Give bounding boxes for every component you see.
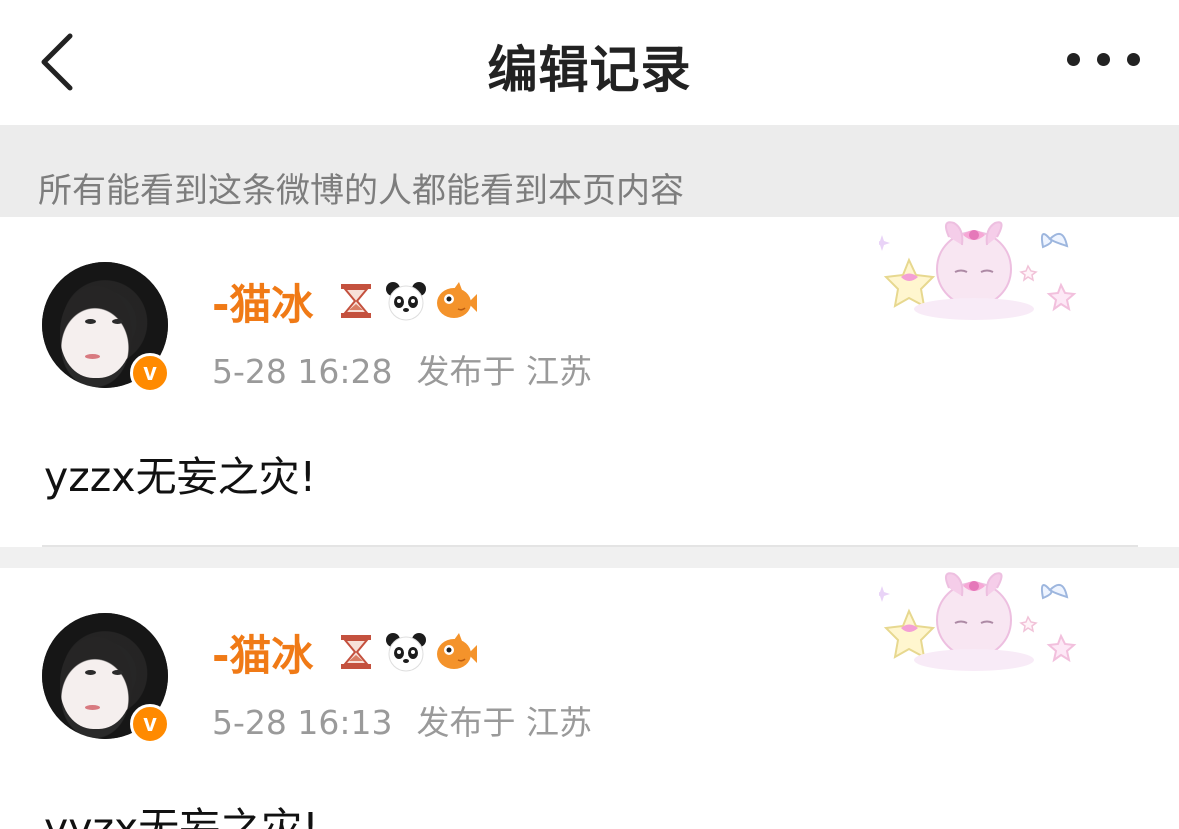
navigation-bar: 编辑记录 bbox=[0, 0, 1179, 125]
post-meta: 5-28 16:28 发布于 江苏 bbox=[212, 345, 592, 393]
verified-badge-icon: v bbox=[130, 353, 170, 393]
panda-icon bbox=[386, 633, 426, 672]
username[interactable]: -猫冰 bbox=[212, 622, 313, 683]
username[interactable]: -猫冰 bbox=[212, 271, 313, 332]
post-meta: 5-28 16:13 发布于 江苏 bbox=[212, 696, 592, 744]
user-badges bbox=[334, 277, 484, 325]
post-content: yzzx无妄之灾! bbox=[44, 453, 317, 501]
hourglass-icon bbox=[341, 635, 371, 669]
edit-record-card: v -猫冰 5-28 16:13 发布于 江苏 yyzx无妄之灾! bbox=[0, 568, 1179, 829]
post-time: 5-28 16:13 bbox=[212, 703, 393, 742]
user-badges bbox=[334, 628, 484, 676]
verified-badge-icon: v bbox=[130, 704, 170, 744]
post-location: 发布于 江苏 bbox=[416, 703, 593, 742]
edit-record-card: v -猫冰 5-28 16:28 发布于 江苏 yzzx无妄之灾! bbox=[0, 217, 1179, 547]
post-location: 发布于 江苏 bbox=[416, 352, 593, 391]
card-gap bbox=[0, 547, 1179, 568]
page-title: 编辑记录 bbox=[487, 41, 692, 99]
fish-icon bbox=[437, 633, 477, 669]
visibility-notice: 所有能看到这条微博的人都能看到本页内容 bbox=[0, 125, 1179, 217]
card-decoration-icon bbox=[879, 572, 1077, 671]
post-time: 5-28 16:28 bbox=[212, 352, 393, 391]
hourglass-icon bbox=[341, 284, 371, 318]
card-decoration-icon bbox=[879, 221, 1077, 320]
visibility-notice-text: 所有能看到这条微博的人都能看到本页内容 bbox=[38, 171, 684, 211]
post-content: yyzx无妄之灾! bbox=[44, 804, 319, 829]
panda-icon bbox=[386, 282, 426, 321]
more-dots-icon[interactable] bbox=[1059, 40, 1149, 80]
fish-icon bbox=[437, 282, 477, 318]
